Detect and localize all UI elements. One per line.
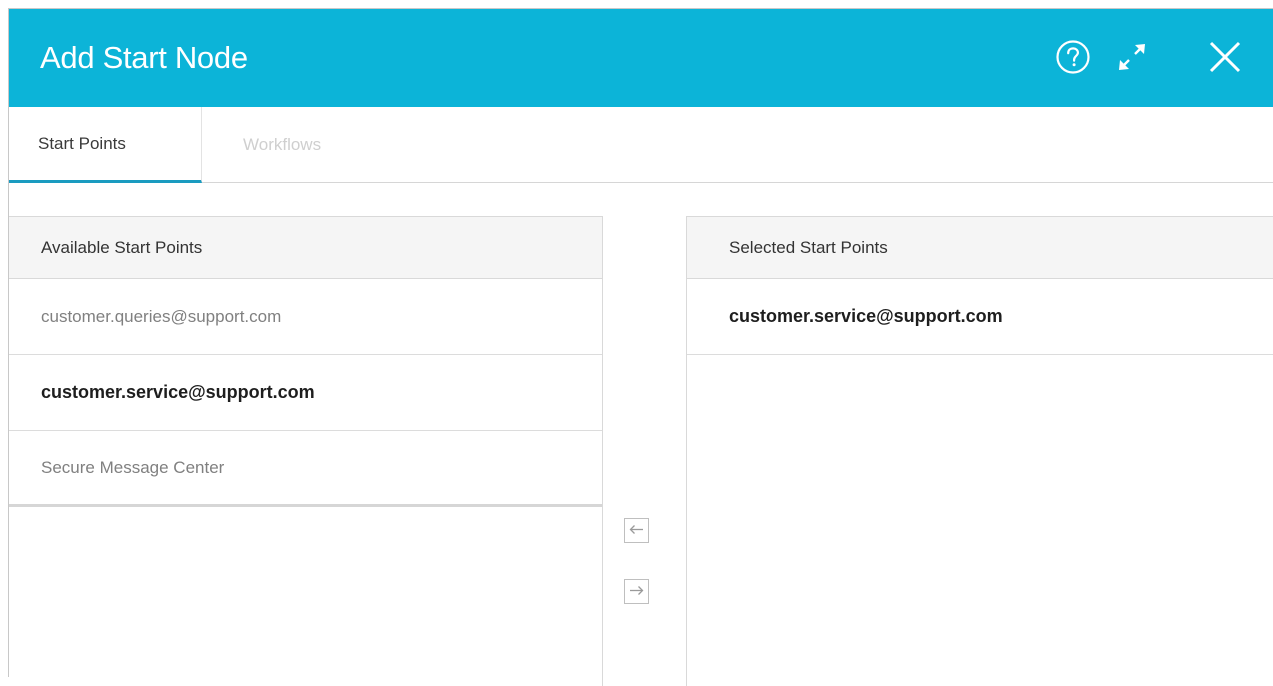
expand-button[interactable] (1112, 37, 1152, 77)
close-button[interactable] (1205, 37, 1245, 77)
selected-panel-header: Selected Start Points (687, 217, 1273, 279)
dialog-title: Add Start Node (40, 40, 248, 75)
available-start-points-panel: Available Start Points customer.queries@… (9, 216, 603, 686)
list-item[interactable]: customer.queries@support.com (9, 279, 602, 355)
list-item[interactable]: customer.service@support.com (9, 355, 602, 431)
arrow-right-icon (629, 583, 644, 601)
available-panel-header: Available Start Points (9, 217, 602, 279)
list-item-label: customer.service@support.com (41, 382, 315, 402)
tab-workflows[interactable]: Workflows (243, 107, 321, 183)
tab-label: Start Points (38, 133, 126, 153)
arrow-left-icon (629, 522, 644, 540)
move-left-button[interactable] (624, 518, 649, 543)
list-item-label: customer.queries@support.com (41, 306, 282, 326)
list-item-label: customer.service@support.com (729, 306, 1003, 326)
expand-arrows-icon (1116, 41, 1148, 73)
selected-start-points-panel: Selected Start Points customer.service@s… (686, 216, 1273, 686)
list-item[interactable]: customer.service@support.com (687, 279, 1273, 355)
help-button[interactable] (1053, 37, 1093, 77)
help-circle-icon (1055, 39, 1091, 75)
list-item-label: Secure Message Center (41, 457, 225, 477)
tab-label: Workflows (243, 135, 322, 154)
close-icon (1208, 40, 1242, 74)
tab-start-points[interactable]: Start Points (9, 107, 202, 183)
dialog-header: Add Start Node (9, 9, 1273, 107)
add-start-node-dialog: Add Start Node Start Points Workflows Av… (8, 8, 1273, 686)
list-item[interactable]: Secure Message Center (9, 431, 602, 507)
move-right-button[interactable] (624, 579, 649, 604)
tab-bar: Start Points Workflows (9, 107, 1273, 183)
